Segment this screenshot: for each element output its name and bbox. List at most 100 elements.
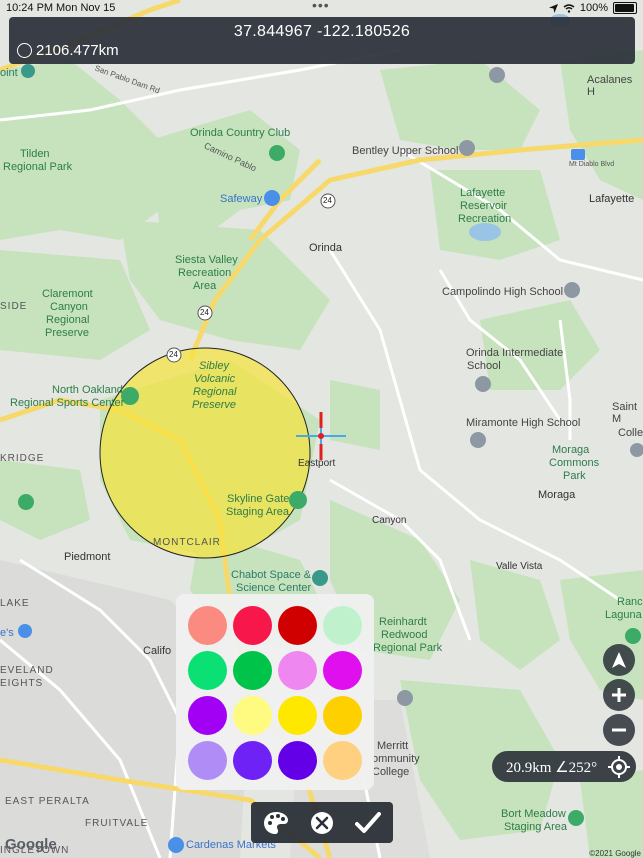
minus-icon <box>612 728 626 732</box>
color-swatch[interactable] <box>323 741 362 780</box>
color-swatch[interactable] <box>278 696 317 735</box>
map-label: EAST PERALTA <box>5 796 90 807</box>
color-swatch[interactable] <box>233 741 272 780</box>
map-label: Park <box>563 470 586 482</box>
map-label: Sibley <box>199 360 229 372</box>
map-label: EVELAND <box>0 665 54 676</box>
map-label: Claremont <box>42 288 93 300</box>
color-swatch[interactable] <box>278 606 317 645</box>
map-label: Mt Diablo Blvd <box>569 161 615 168</box>
map-label: oint <box>0 67 18 79</box>
zoom-in-button[interactable] <box>603 679 635 711</box>
map-label: 24 <box>169 350 178 359</box>
coordinates-readout: 37.844967 -122.180526 <box>233 23 411 40</box>
map-label: SIDE <box>0 301 28 312</box>
circle-icon <box>17 43 32 58</box>
color-palette <box>176 594 374 790</box>
map-label: Recreation <box>178 267 232 279</box>
map-label: Miramonte High School <box>466 417 581 429</box>
color-swatch[interactable] <box>278 741 317 780</box>
map-label: FRUITVALE <box>85 818 149 829</box>
map-label: Orinda <box>309 242 343 254</box>
palette-button[interactable] <box>253 802 299 843</box>
map-label: Commons <box>549 457 600 469</box>
color-swatch[interactable] <box>323 651 362 690</box>
close-circle-icon <box>311 811 333 834</box>
confirm-button[interactable] <box>345 802 391 843</box>
map-label: Camino Pablo <box>202 140 258 174</box>
map-label: LAKE <box>0 598 30 609</box>
map-label: Laguna <box>605 609 642 621</box>
map-label: Tilden <box>20 148 50 160</box>
status-indicators: 100% <box>548 2 637 14</box>
color-swatch[interactable] <box>188 696 227 735</box>
battery-percent: 100% <box>579 2 608 14</box>
map-label: ommunity <box>372 753 420 765</box>
color-swatch[interactable] <box>188 651 227 690</box>
color-swatch[interactable] <box>188 741 227 780</box>
radius-value: 2106.477km <box>36 42 119 59</box>
map-label: Moraga <box>538 489 576 501</box>
map-label: Regional Park <box>3 161 73 173</box>
navigation-arrow-icon <box>612 652 626 668</box>
palette-icon <box>264 811 288 834</box>
cancel-button[interactable] <box>299 802 345 843</box>
color-swatch[interactable] <box>233 651 272 690</box>
map-label: Merritt <box>377 740 409 752</box>
color-swatch[interactable] <box>233 696 272 735</box>
plus-icon <box>612 688 626 702</box>
map-label: Redwood <box>381 629 428 641</box>
map-label: Regional <box>193 386 237 398</box>
multitasking-dots-icon[interactable]: ••• <box>312 0 330 13</box>
map-label: Bentley Upper School <box>352 145 459 157</box>
map-label: Safeway <box>220 193 263 205</box>
map-label: Eastport <box>298 458 336 469</box>
edit-toolbar <box>251 802 393 843</box>
map-label: Preserve <box>45 327 90 339</box>
color-swatch[interactable] <box>323 606 362 645</box>
map-label: Regional Sports Center <box>10 397 125 409</box>
map-label: EIGHTS <box>0 678 44 689</box>
map-label: Orinda Country Club <box>190 127 291 139</box>
radius-readout: 2106.477km <box>17 42 119 59</box>
color-swatch[interactable] <box>278 651 317 690</box>
map-label: School <box>467 360 501 372</box>
map-label: Colle <box>618 427 643 439</box>
map-label: Regional Park <box>373 642 443 654</box>
status-bar: 10:24 PM Mon Nov 15 ••• 100% <box>0 0 643 16</box>
map-label: MONTCLAIR <box>153 537 221 548</box>
color-swatch[interactable] <box>188 606 227 645</box>
google-logo: Google <box>5 836 57 853</box>
map-label: Reinhardt <box>379 616 427 628</box>
map-label: North Oakland <box>52 384 123 396</box>
map-label: Campolindo High School <box>442 286 564 298</box>
color-swatch[interactable] <box>233 606 272 645</box>
battery-icon <box>613 2 637 14</box>
map-label: Preserve <box>192 399 237 411</box>
map-label: Orinda Intermediate <box>466 347 564 359</box>
compass-button[interactable] <box>603 644 635 676</box>
location-arrow-icon <box>548 3 558 13</box>
map-label: Saint M <box>612 401 638 425</box>
map-label: Bort Meadow <box>501 808 566 820</box>
map-label: Reservoir <box>460 200 508 212</box>
status-time: 10:24 PM <box>6 2 54 14</box>
scale-bearing-readout: 20.9km ∠252° <box>506 760 598 776</box>
map-label: Volcanic <box>194 373 236 385</box>
checkmark-icon <box>355 811 381 833</box>
scale-bearing-pill: 20.9km ∠252° <box>492 751 636 782</box>
map-label: Lafayette <box>589 193 635 205</box>
map-label: Lafayette <box>460 187 506 199</box>
map-label: San Pablo Dam Rd <box>93 63 161 96</box>
map-label: Canyon <box>50 301 88 313</box>
my-location-icon[interactable] <box>607 755 631 779</box>
map-label: e's <box>0 627 14 639</box>
map-label: Acalanes H <box>587 74 633 98</box>
color-swatch[interactable] <box>323 696 362 735</box>
map-label: Chabot Space & <box>231 569 312 581</box>
zoom-out-button[interactable] <box>603 714 635 746</box>
coordinates-panel[interactable]: 37.844967 -122.180526 2106.477km <box>9 17 635 64</box>
map-label: Canyon <box>372 515 407 526</box>
status-date: Mon Nov 15 <box>56 2 116 14</box>
map-label: Area <box>193 280 217 292</box>
